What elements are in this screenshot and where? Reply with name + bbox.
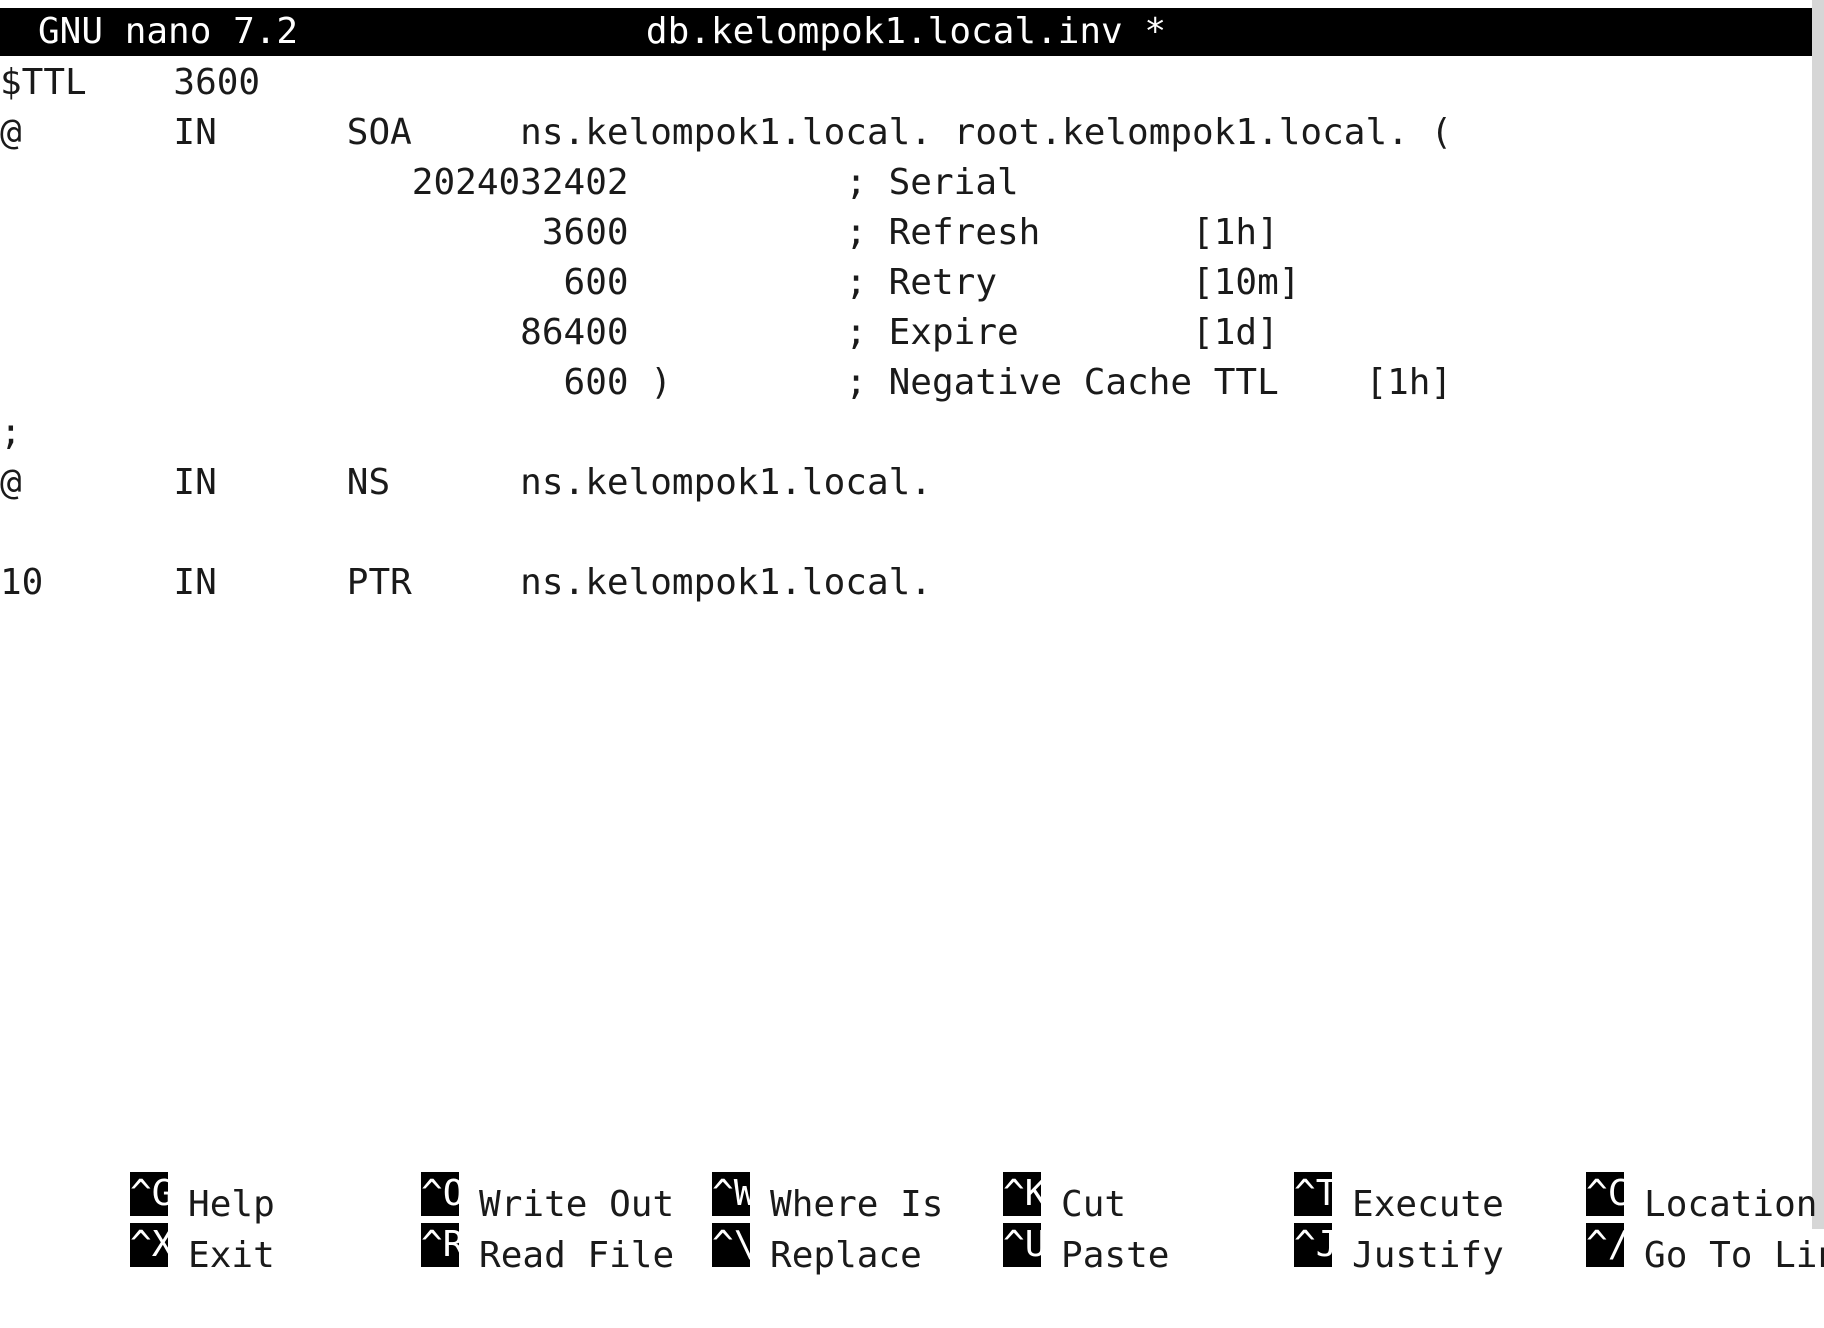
editor-line[interactable]: $TTL 3600: [0, 58, 260, 108]
editor-line[interactable]: @ IN SOA ns.kelompok1.local. root.kelomp…: [0, 108, 1452, 158]
editor-area[interactable]: $TTL 3600 @ IN SOA ns.kelompok1.local. r…: [0, 58, 1812, 1098]
file-name: db.kelompok1.local.inv *: [645, 11, 1167, 52]
shortcut-exit[interactable]: ^X Exit: [0, 1175, 275, 1276]
title-bar: GNU nano 7.2 db.kelompok1.local.inv *: [0, 8, 1812, 56]
editor-line[interactable]: ;: [0, 408, 22, 458]
shortcut-key: ^\: [712, 1223, 751, 1267]
nano-window: GNU nano 7.2 db.kelompok1.local.inv * $T…: [0, 0, 1824, 1276]
editor-line[interactable]: 2024032402 ; Serial: [0, 158, 1019, 208]
editor-line[interactable]: 600 ) ; Negative Cache TTL [1h]: [0, 358, 1453, 408]
shortcut-location[interactable]: ^C Location: [1456, 1124, 1817, 1225]
shortcut-label: Exit: [188, 1235, 275, 1276]
editor-line[interactable]: 3600 ; Refresh [1h]: [0, 208, 1279, 258]
shortcut-justify[interactable]: ^J Justify: [1164, 1175, 1504, 1276]
shortcut-paste[interactable]: ^U Paste: [873, 1175, 1169, 1276]
shortcut-bar: ^G Help ^O Write Out ^W Where Is ^K Cut ^T Ex…: [0, 1124, 1824, 1276]
shortcut-label: Paste: [1061, 1235, 1170, 1276]
shortcut-key: ^U: [1003, 1223, 1042, 1267]
editor-line[interactable]: 10 IN PTR ns.kelompok1.local.: [0, 558, 932, 608]
shortcut-go-to-line[interactable]: ^/ Go To Line: [1456, 1175, 1824, 1276]
shortcut-cut[interactable]: ^K Cut: [873, 1124, 1126, 1225]
shortcut-replace[interactable]: ^\Replace: [582, 1175, 922, 1276]
editor-line[interactable]: @ IN NS ns.kelompok1.local.: [0, 458, 932, 508]
shortcut-label: Go To Line: [1644, 1235, 1824, 1276]
shortcut-help[interactable]: ^G Help: [0, 1124, 275, 1225]
shortcut-key: ^/: [1586, 1223, 1625, 1267]
shortcut-key: ^X: [130, 1223, 169, 1267]
shortcut-key: ^J: [1294, 1223, 1333, 1267]
editor-line[interactable]: 600 ; Retry [10m]: [0, 258, 1301, 308]
editor-line[interactable]: 86400 ; Expire [1d]: [0, 308, 1279, 358]
shortcut-execute[interactable]: ^T Execute: [1164, 1124, 1504, 1225]
shortcut-key: ^R: [421, 1223, 460, 1267]
